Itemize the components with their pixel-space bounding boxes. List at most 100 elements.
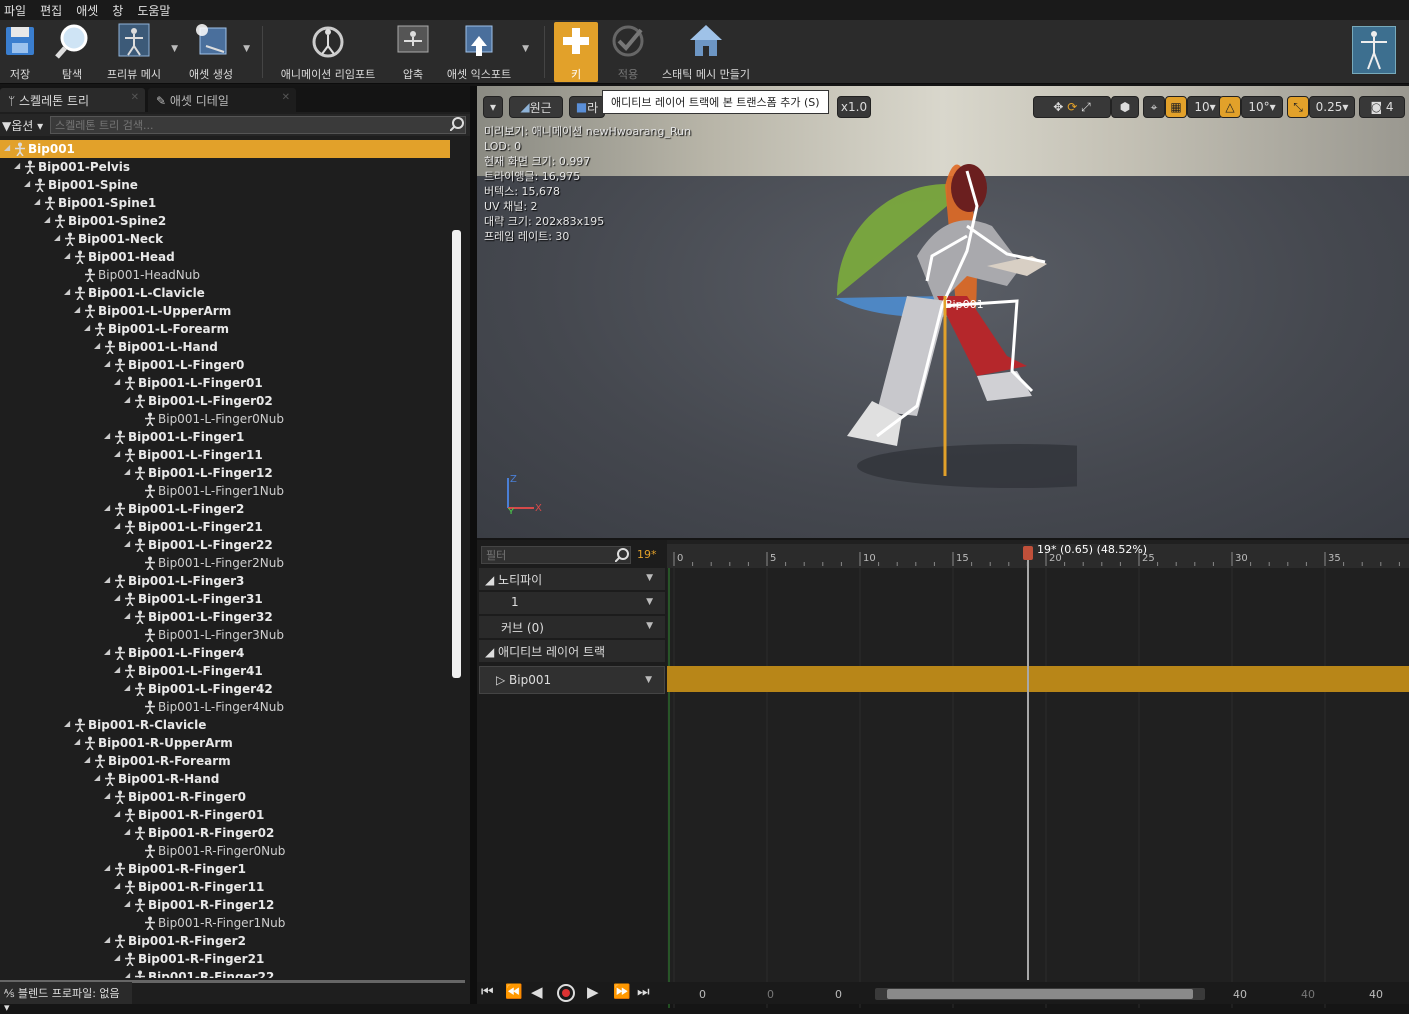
options-dropdown[interactable]: ▼옵션 ▾ (2, 117, 43, 134)
apply-button[interactable]: 적용 (608, 22, 648, 82)
transform-mode-group[interactable]: ✥ ⟳ ⤢ (1033, 96, 1111, 118)
tree-row-bone[interactable]: ◢ Bip001-R-Finger01 (0, 806, 450, 824)
goto-end-button[interactable]: ⏭ (637, 984, 650, 1000)
tree-row-bone[interactable]: Bip001-L-Finger3Nub (0, 626, 450, 644)
tree-row-bone[interactable]: ◢ Bip001-R-UpperArm (0, 734, 450, 752)
tab-asset-details[interactable]: ✎ 애셋 디테일 ✕ (148, 88, 296, 112)
rotation-snap-value[interactable]: 10° ▾ (1241, 96, 1283, 118)
tree-row-bone[interactable]: ◢ Bip001-L-Finger42 (0, 680, 450, 698)
menu-file[interactable]: 파일 (0, 2, 36, 19)
expand-arrow-icon[interactable]: ◢ (94, 773, 100, 782)
world-local-button[interactable]: ⬢ (1111, 96, 1139, 118)
expand-arrow-icon[interactable]: ◢ (124, 395, 130, 404)
tree-row-bone[interactable]: ◢ Bip001-R-Finger02 (0, 824, 450, 842)
menu-window[interactable]: 창 (108, 2, 133, 19)
expand-arrow-icon[interactable]: ◢ (124, 971, 130, 978)
tree-row-bone[interactable]: ◢ Bip001-L-Finger21 (0, 518, 450, 536)
expand-arrow-icon[interactable]: ◢ (54, 233, 60, 242)
tree-row-bone[interactable]: ◢ Bip001-R-Finger11 (0, 878, 450, 896)
viewport[interactable]: ▾ ◢ 원근 ■ 라 x1.0 ✥ ⟳ ⤢ ⬢ ⌖ ▦ 10 ▾ △ 10° ▾ … (477, 86, 1409, 538)
chevron-down-icon[interactable]: ▼ (646, 597, 653, 607)
track-additive[interactable]: ◢ 애디티브 레이어 트랙 (479, 640, 665, 662)
chevron-down-icon[interactable]: ▼ (646, 573, 653, 583)
play-button[interactable]: ▶ (587, 983, 599, 1001)
menu-edit[interactable]: 편집 (36, 2, 72, 19)
tree-row-bone[interactable]: ◢ Bip001-R-Clavicle (0, 716, 450, 734)
expand-arrow-icon[interactable]: ▷ (496, 673, 509, 687)
tree-row-bone[interactable]: ◢ Bip001-Spine (0, 176, 450, 194)
tree-row-bone[interactable]: ◢ Bip001-R-Finger22 (0, 968, 450, 978)
tree-row-bone[interactable]: ◢ Bip001-L-Finger32 (0, 608, 450, 626)
additive-track-bar[interactable] (667, 666, 1409, 692)
expand-arrow-icon[interactable]: ◢ (104, 503, 110, 512)
expand-arrow-icon[interactable]: ◢ (114, 593, 120, 602)
track-notify-row[interactable]: 1 ▼ (479, 592, 665, 614)
expand-arrow-icon[interactable]: ◢ (44, 215, 50, 224)
tree-row-bone[interactable]: Bip001-L-Finger2Nub (0, 554, 450, 572)
tree-row-bone[interactable]: ◢ Bip001-Spine1 (0, 194, 450, 212)
tree-row-bone[interactable]: Bip001-L-Finger1Nub (0, 482, 450, 500)
expand-arrow-icon[interactable]: ◢ (64, 719, 70, 728)
tree-row-bone[interactable]: ◢ Bip001-Neck (0, 230, 450, 248)
perspective-button[interactable]: ◢ 원근 (509, 96, 563, 118)
expand-arrow-icon[interactable]: ◢ (114, 521, 120, 530)
menu-asset[interactable]: 애셋 (72, 2, 108, 19)
expand-arrow-icon[interactable]: ◢ (104, 647, 110, 656)
camera-speed-button[interactable]: ◙ 4 (1359, 96, 1405, 118)
expand-arrow-icon[interactable]: ◢ (14, 161, 20, 170)
scale-icon[interactable]: ⤢ (1081, 100, 1091, 115)
browse-button[interactable]: 탐색 (50, 22, 94, 82)
tree-row-bone[interactable]: ◢ Bip001-R-Finger21 (0, 950, 450, 968)
range-view-end[interactable]: 40 (1301, 988, 1315, 1001)
step-back-button[interactable]: ⏪ (505, 984, 522, 1000)
play-reverse-button[interactable]: ◀ (531, 983, 543, 1001)
chevron-down-icon[interactable]: ▼ (646, 621, 653, 631)
tree-row-bone[interactable]: ◢ Bip001-L-Finger12 (0, 464, 450, 482)
playback-speed-button[interactable]: x1.0 (837, 96, 871, 118)
menu-help[interactable]: 도움말 (133, 2, 180, 19)
key-button[interactable]: 키 (554, 22, 598, 82)
grid-snap-value[interactable]: 10 ▾ (1187, 96, 1223, 118)
timeline-scrollbar[interactable] (875, 988, 1205, 1000)
create-asset-button[interactable]: 애셋 생성 ▼ (186, 22, 250, 82)
tree-row-bone[interactable]: ◢ Bip001-L-Clavicle (0, 284, 450, 302)
expand-arrow-icon[interactable]: ◢ (114, 377, 120, 386)
tree-row-bone[interactable]: ◢ Bip001-L-Finger2 (0, 500, 450, 518)
rotate-icon[interactable]: ⟳ (1067, 100, 1077, 114)
search-icon[interactable] (615, 548, 629, 562)
close-icon[interactable]: ✕ (282, 92, 290, 103)
panel-divider[interactable] (470, 86, 477, 1004)
compress-button[interactable]: 압축 (397, 22, 429, 82)
tree-row-bone[interactable]: Bip001-R-Finger0Nub (0, 842, 450, 860)
tree-row-bone[interactable]: ◢ Bip001 (0, 140, 450, 158)
tree-scrollbar[interactable] (452, 230, 461, 678)
skeleton-search-input[interactable] (50, 116, 466, 134)
expand-arrow-icon[interactable]: ◢ (74, 305, 80, 314)
chevron-down-icon[interactable]: ▼ (171, 44, 178, 54)
expand-arrow-icon[interactable]: ◢ (24, 179, 30, 188)
preview-mesh-button[interactable]: 프리뷰 메시 ▼ (104, 22, 178, 82)
tree-row-bone[interactable]: Bip001-HeadNub (0, 266, 450, 284)
goto-start-button[interactable]: ⏮ (481, 984, 494, 1000)
tree-row-bone[interactable]: ◢ Bip001-L-Finger1 (0, 428, 450, 446)
expand-arrow-icon[interactable]: ◢ (114, 665, 120, 674)
export-asset-button[interactable]: 애셋 익스포트 ▼ (443, 22, 529, 82)
tree-row-bone[interactable]: ◢ Bip001-L-Finger4 (0, 644, 450, 662)
tree-row-bone[interactable]: ◢ Bip001-R-Hand (0, 770, 450, 788)
range-end[interactable]: 40 (1369, 988, 1383, 1001)
reimport-animation-button[interactable]: 애니메이션 리임포트 (276, 22, 380, 82)
tree-row-bone[interactable]: ◢ Bip001-L-Hand (0, 338, 450, 356)
tree-row-bone[interactable]: ◢ Bip001-R-Finger1 (0, 860, 450, 878)
skeleton-thumbnail[interactable] (1352, 26, 1396, 74)
tree-row-bone[interactable]: ◢ Bip001-R-Finger0 (0, 788, 450, 806)
chevron-down-icon[interactable]: ▼ (522, 44, 529, 54)
tree-row-bone[interactable]: ◢ Bip001-L-Finger41 (0, 662, 450, 680)
chevron-down-icon[interactable]: ▼ (645, 675, 652, 685)
tree-row-bone[interactable]: ◢ Bip001-R-Finger2 (0, 932, 450, 950)
timeline[interactable]: 0 5 10 15 20 25 30 35 19* (0.65) (48.52%) (667, 540, 1409, 1008)
save-button[interactable]: 저장 (0, 22, 40, 82)
tree-row-bone[interactable]: ◢ Bip001-L-Forearm (0, 320, 450, 338)
expand-arrow-icon[interactable]: ◢ (84, 323, 90, 332)
tree-row-bone[interactable]: ◢ Bip001-L-Finger11 (0, 446, 450, 464)
track-curves[interactable]: 커브 (0) ▼ (479, 616, 665, 638)
